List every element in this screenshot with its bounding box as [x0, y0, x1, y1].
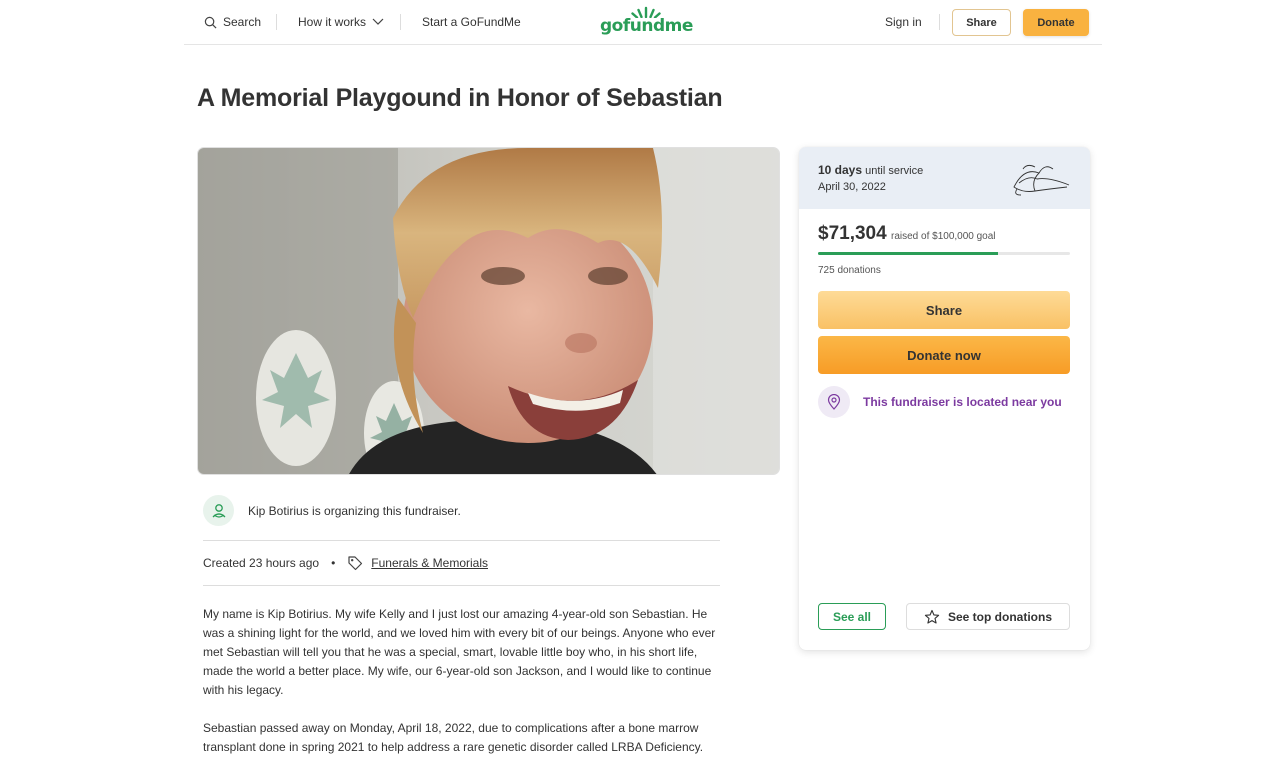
story-paragraph: Sebastian passed away on Monday, April 1…: [203, 721, 704, 754]
start-gofundme-link[interactable]: Start a GoFundMe: [422, 15, 521, 29]
goal-text: raised of $100,000 goal: [891, 231, 996, 242]
how-it-works-label: How it works: [298, 15, 367, 29]
top-navigation: Search How it works Start a GoFundMe gof…: [184, 0, 1102, 45]
share-button[interactable]: Share: [818, 291, 1070, 329]
service-date: April 30, 2022: [818, 181, 886, 193]
header-donate-label: Donate: [1037, 16, 1075, 29]
days-suffix: until service: [865, 165, 924, 177]
progress-fill: [818, 252, 998, 255]
see-all-button[interactable]: See all: [818, 603, 886, 630]
location-pin-badge: [818, 386, 850, 418]
header-share-button[interactable]: Share: [952, 9, 1011, 36]
divider: [203, 540, 720, 541]
category-link[interactable]: Funerals & Memorials: [371, 556, 488, 570]
nearby-notice: This fundraiser is located near you: [818, 386, 1062, 418]
donate-now-button[interactable]: Donate now: [818, 336, 1070, 374]
see-top-donations-button[interactable]: See top donations: [906, 603, 1070, 630]
progress-bar: [818, 252, 1070, 255]
days-count: 10 days: [818, 163, 863, 177]
nearby-text: This fundraiser is located near you: [863, 395, 1062, 409]
header-share-label: Share: [966, 16, 997, 29]
donation-sidebar: 10 days until service April 30, 2022 $71…: [799, 147, 1090, 650]
gofundme-logo[interactable]: gofundme: [600, 6, 693, 36]
start-gofundme-label: Start a GoFundMe: [422, 15, 521, 29]
see-top-label: See top donations: [947, 609, 1052, 624]
search-icon: [204, 16, 217, 28]
organizer-text: Kip Botirius is organizing this fundrais…: [248, 504, 461, 518]
star-icon: [924, 609, 940, 624]
how-it-works-menu[interactable]: How it works: [298, 15, 384, 29]
tag-icon: [348, 556, 363, 571]
sign-in-label: Sign in: [885, 15, 922, 29]
page-title: A Memorial Playgound in Honor of Sebasti…: [197, 84, 723, 112]
donate-now-label: Donate now: [907, 347, 981, 363]
see-all-label: See all: [832, 609, 872, 624]
logo-text: gofundme: [600, 16, 693, 36]
organizer-icon: [212, 503, 225, 518]
created-text: Created 23 hours ago: [203, 556, 320, 570]
meta-separator: •: [331, 556, 336, 570]
location-pin-icon: [827, 394, 841, 410]
chevron-down-icon: [372, 18, 384, 25]
campaign-story: My name is Kip Botirius. My wife Kelly a…: [203, 605, 723, 776]
lily-flower-icon: [1013, 164, 1070, 196]
nav-divider: [276, 14, 277, 30]
days-until-service: 10 days until service: [818, 163, 923, 177]
sign-in-link[interactable]: Sign in: [885, 15, 922, 29]
campaign-photo[interactable]: [197, 147, 780, 475]
header-donate-button[interactable]: Donate: [1023, 9, 1089, 36]
search-link[interactable]: Search: [204, 15, 261, 29]
service-countdown: 10 days until service April 30, 2022: [799, 147, 1090, 209]
story-paragraph: My name is Kip Botirius. My wife Kelly a…: [203, 607, 716, 697]
nav-divider: [939, 14, 940, 30]
amount-raised: $71,304: [818, 223, 887, 244]
organizer-avatar: [203, 495, 234, 526]
search-label: Search: [223, 15, 262, 29]
donation-count: 725 donations: [818, 265, 881, 276]
nav-divider: [400, 14, 401, 30]
share-label: Share: [925, 302, 963, 318]
campaign-meta: Created 23 hours ago • Funerals & Memori…: [203, 555, 488, 571]
divider: [203, 585, 720, 586]
